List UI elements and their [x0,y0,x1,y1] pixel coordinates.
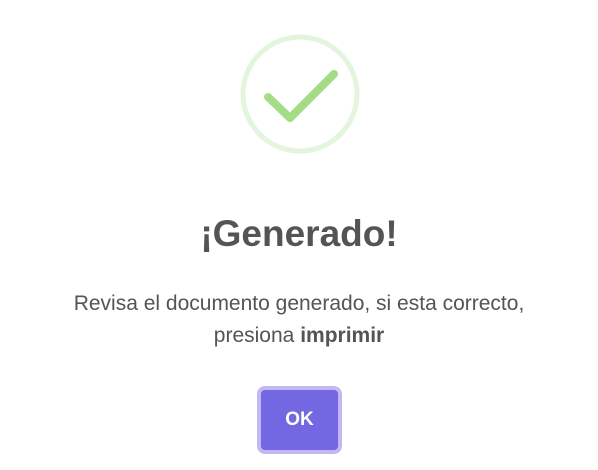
success-check-icon [240,34,360,154]
message-line-2: presiona [213,324,295,347]
dialog-title: ¡Generado! [200,213,398,254]
message-line-1: Revisa el documento generado, si esta co… [73,292,525,315]
dialog-message: Revisa el documento generado, si esta co… [20,288,578,352]
message-emphasis: imprimir [300,324,385,347]
ok-button-label: OK [261,390,338,450]
ok-button[interactable]: OK [257,386,342,454]
success-dialog: ¡Generado! Revisa el documento generado,… [0,0,598,470]
